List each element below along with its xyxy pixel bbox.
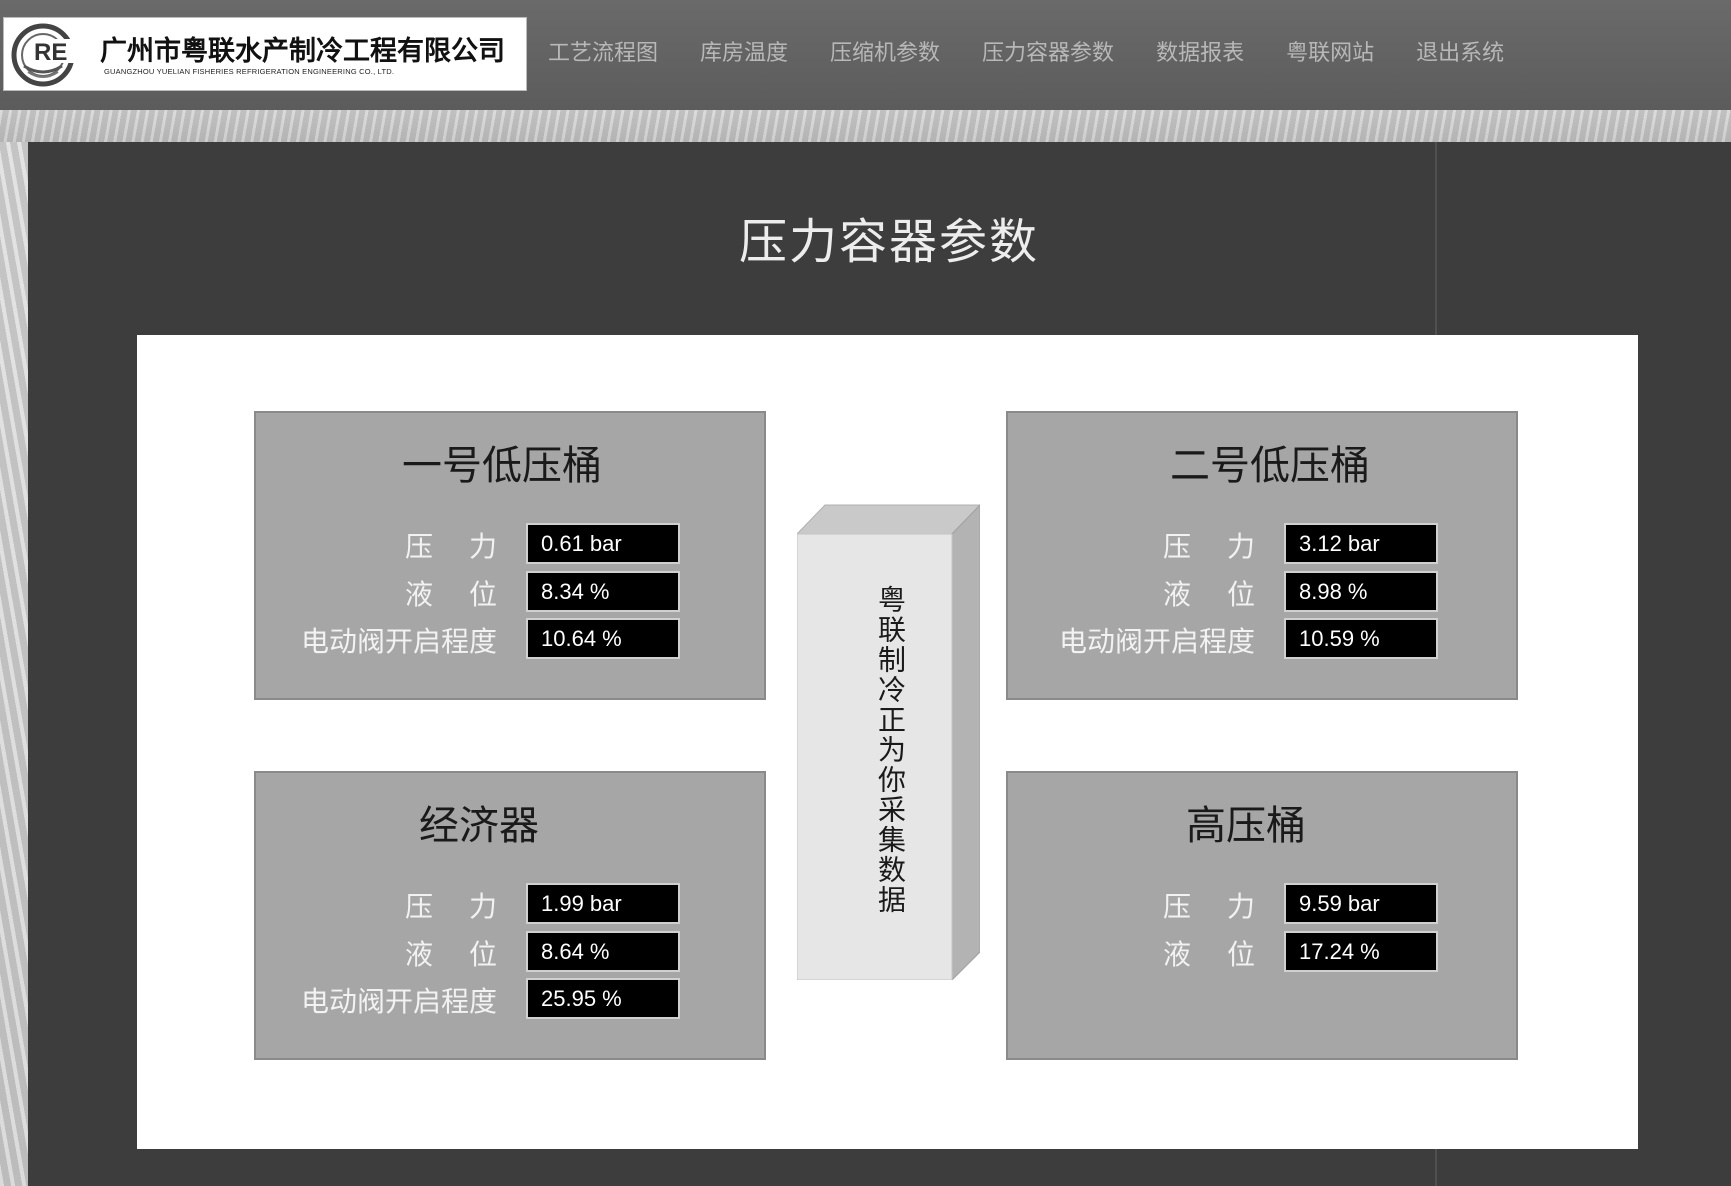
nav-storage-temperature[interactable]: 库房温度 (700, 36, 788, 72)
level-value: 8.98 % (1284, 571, 1438, 612)
nav-process-flow[interactable]: 工艺流程图 (548, 36, 658, 72)
company-logo-icon: RE (11, 23, 84, 87)
svg-text:RE: RE (34, 39, 67, 66)
decorative-side (0, 142, 28, 1186)
pressure-value: 1.99 bar (526, 883, 680, 924)
nav-logout[interactable]: 退出系统 (1416, 36, 1504, 72)
panel-low-pressure-tank-1: 一号低压桶 压力 0.61 bar 液位 8.34 % 电动阀开启程度 10.6… (254, 411, 766, 700)
panel-title: 经济器 (419, 803, 539, 849)
level-label: 液位 (1162, 578, 1291, 611)
level-value: 8.34 % (526, 571, 680, 612)
page-title: 压力容器参数 (738, 214, 1039, 270)
pressure-label: 压力 (404, 890, 533, 923)
level-value: 8.64 % (526, 931, 680, 972)
nav-yuelian-website[interactable]: 粤联网站 (1286, 36, 1374, 72)
valve-value: 10.64 % (526, 618, 680, 659)
decorative-strip (0, 110, 1731, 142)
top-bar: RE 广州市粤联水产制冷工程有限公司 GUANGZHOU YUELIAN FIS… (0, 0, 1731, 110)
pressure-value: 9.59 bar (1284, 883, 1438, 924)
nav-pressure-vessel-params[interactable]: 压力容器参数 (982, 36, 1114, 72)
level-label: 液位 (404, 578, 533, 611)
valve-label: 电动阀开启程度 (300, 625, 497, 658)
company-name-cn: 广州市粤联水产制冷工程有限公司 (100, 36, 505, 67)
valve-label: 电动阀开启程度 (300, 985, 497, 1018)
panel-economizer: 经济器 压力 1.99 bar 液位 8.64 % 电动阀开启程度 25.95 … (254, 771, 766, 1060)
pressure-label: 压力 (404, 530, 533, 563)
pressure-value: 0.61 bar (526, 523, 680, 564)
level-value: 17.24 % (1284, 931, 1438, 972)
panel-low-pressure-tank-2: 二号低压桶 压力 3.12 bar 液位 8.98 % 电动阀开启程度 10.5… (1006, 411, 1518, 700)
company-logo[interactable]: RE 广州市粤联水产制冷工程有限公司 GUANGZHOU YUELIAN FIS… (3, 17, 527, 91)
data-collection-text: 粤联制冷正为你采集数据 (874, 585, 907, 915)
panel-title: 高压桶 (1186, 803, 1306, 849)
panel-title: 一号低压桶 (402, 443, 602, 489)
company-name-en: GUANGZHOU YUELIAN FISHERIES REFRIGERATIO… (104, 67, 395, 76)
valve-value: 10.59 % (1284, 618, 1438, 659)
pressure-label: 压力 (1162, 530, 1291, 563)
nav-compressor-params[interactable]: 压缩机参数 (830, 36, 940, 72)
pressure-label: 压力 (1162, 890, 1291, 923)
level-label: 液位 (404, 938, 533, 971)
panel-title: 二号低压桶 (1170, 443, 1370, 489)
pressure-value: 3.12 bar (1284, 523, 1438, 564)
valve-value: 25.95 % (526, 978, 680, 1019)
main-nav: 工艺流程图 库房温度 压缩机参数 压力容器参数 数据报表 粤联网站 退出系统 (548, 36, 1546, 72)
valve-label: 电动阀开启程度 (1058, 625, 1255, 658)
level-label: 液位 (1162, 938, 1291, 971)
panel-high-pressure-tank: 高压桶 压力 9.59 bar 液位 17.24 % (1006, 771, 1518, 1060)
nav-data-reports[interactable]: 数据报表 (1156, 36, 1244, 72)
